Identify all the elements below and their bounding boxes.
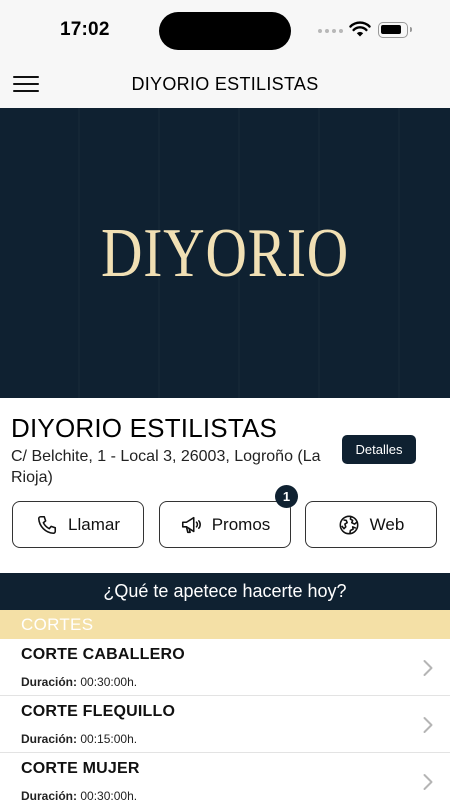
brand-logo: DIYORIO xyxy=(100,215,350,292)
service-duration: Duración: 00:15:00h. xyxy=(21,732,138,746)
battery-icon xyxy=(378,22,412,38)
details-button[interactable]: Detalles xyxy=(342,435,416,464)
category-header: CORTES xyxy=(0,610,450,639)
web-button[interactable]: Web xyxy=(305,501,437,548)
call-button-label: Llamar xyxy=(68,514,120,534)
dynamic-island xyxy=(159,12,291,50)
nav-bar: DIYORIO ESTILISTAS xyxy=(0,58,450,108)
megaphone-icon xyxy=(181,516,201,533)
web-button-label: Web xyxy=(369,514,405,534)
service-duration: Duración: 00:30:00h. xyxy=(21,675,138,689)
business-name: DIYORIO ESTILISTAS xyxy=(11,413,278,443)
chevron-right-icon xyxy=(423,717,433,733)
service-item[interactable]: CORTE CABALLERO Duración: 00:30:00h. xyxy=(0,639,450,696)
nav-title: DIYORIO ESTILISTAS xyxy=(131,74,319,94)
call-button[interactable]: Llamar xyxy=(12,501,144,548)
status-time: 17:02 xyxy=(60,19,110,40)
service-name: CORTE CABALLERO xyxy=(21,646,185,663)
globe-icon xyxy=(339,515,359,534)
status-bar: 17:02 xyxy=(0,0,450,58)
service-item[interactable]: CORTE FLEQUILLO Duración: 00:15:00h. xyxy=(0,696,450,753)
signal-icon xyxy=(318,29,343,33)
promos-count-badge: 1 xyxy=(275,485,298,508)
promos-button[interactable]: Promos xyxy=(159,501,291,548)
service-name: CORTE MUJER xyxy=(21,760,140,777)
promos-button-label: Promos xyxy=(211,514,271,534)
service-name: CORTE FLEQUILLO xyxy=(21,703,176,720)
service-item[interactable]: CORTE MUJER Duración: 00:30:00h. xyxy=(0,753,450,800)
chevron-right-icon xyxy=(423,774,433,790)
wifi-icon xyxy=(349,21,371,37)
services-prompt: ¿Qué te apetece hacerte hoy? xyxy=(0,573,450,610)
business-address: C/ Belchite, 1 - Local 3, 26003, Logroño… xyxy=(11,448,321,486)
phone-icon xyxy=(37,515,57,534)
service-duration: Duración: 00:30:00h. xyxy=(21,789,138,800)
chevron-right-icon xyxy=(423,660,433,676)
hero-banner: DIYORIO xyxy=(0,108,450,398)
